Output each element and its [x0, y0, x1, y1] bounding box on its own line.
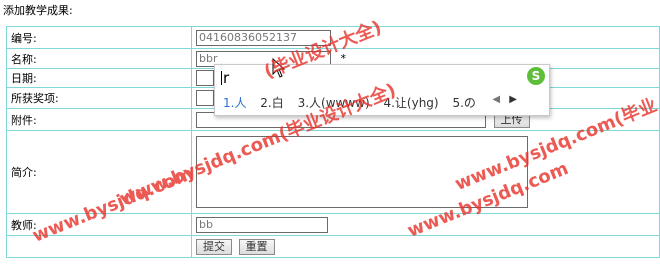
ime-caret — [221, 71, 222, 85]
buttons-cell: 提交 重置 — [191, 235, 660, 258]
ime-candidate-list: 1.人 2.白 3.人(wwww) 4.让(yhg) 5.の — [223, 94, 486, 111]
ime-candidate[interactable]: 2.白 — [260, 96, 283, 110]
award-field[interactable] — [196, 90, 214, 106]
row-teacher: 教师: — [6, 213, 660, 236]
ime-candidate[interactable]: 1.人 — [223, 96, 246, 110]
sogou-logo-icon[interactable]: S — [527, 67, 545, 85]
intro-textarea[interactable] — [196, 136, 528, 208]
id-cell — [191, 26, 660, 49]
ime-candidate[interactable]: 4.让(yhg) — [383, 96, 438, 110]
ime-candidate-popup: r S 1.人 2.白 3.人(wwww) 4.让(yhg) 5.の ◀ ▶ — [214, 64, 550, 116]
page-title: 添加教学成果: — [3, 4, 73, 17]
achievement-form: 编号: 名称: * 日期: 所获奖项: 附件: 上传 简介: — [6, 26, 660, 258]
attachment-label: 附件: — [6, 108, 192, 131]
row-intro: 简介: — [6, 130, 660, 214]
ime-page-nav: ◀ ▶ — [486, 94, 517, 105]
mouse-cursor-icon — [272, 58, 286, 78]
id-field[interactable] — [196, 29, 331, 46]
submit-button[interactable]: 提交 — [196, 238, 232, 255]
row-id: 编号: — [6, 26, 660, 49]
id-label: 编号: — [6, 26, 192, 49]
next-page-icon[interactable]: ▶ — [509, 94, 517, 105]
intro-label: 简介: — [6, 130, 192, 214]
intro-cell — [191, 130, 660, 214]
ime-candidate[interactable]: 5.の — [452, 96, 475, 110]
ime-composition-text: r — [223, 69, 230, 87]
name-label: 名称: — [6, 48, 192, 69]
reset-button[interactable]: 重置 — [238, 238, 275, 255]
buttons-label-cell — [6, 235, 192, 258]
award-label: 所获奖项: — [6, 87, 192, 109]
teacher-cell — [191, 213, 660, 236]
date-field[interactable] — [196, 70, 214, 86]
row-buttons: 提交 重置 — [6, 235, 660, 258]
teacher-field[interactable] — [196, 216, 328, 233]
ime-candidate[interactable]: 3.人(wwww) — [298, 96, 370, 110]
date-label: 日期: — [6, 68, 192, 88]
teacher-label: 教师: — [6, 213, 192, 236]
prev-page-icon[interactable]: ◀ — [492, 94, 500, 105]
